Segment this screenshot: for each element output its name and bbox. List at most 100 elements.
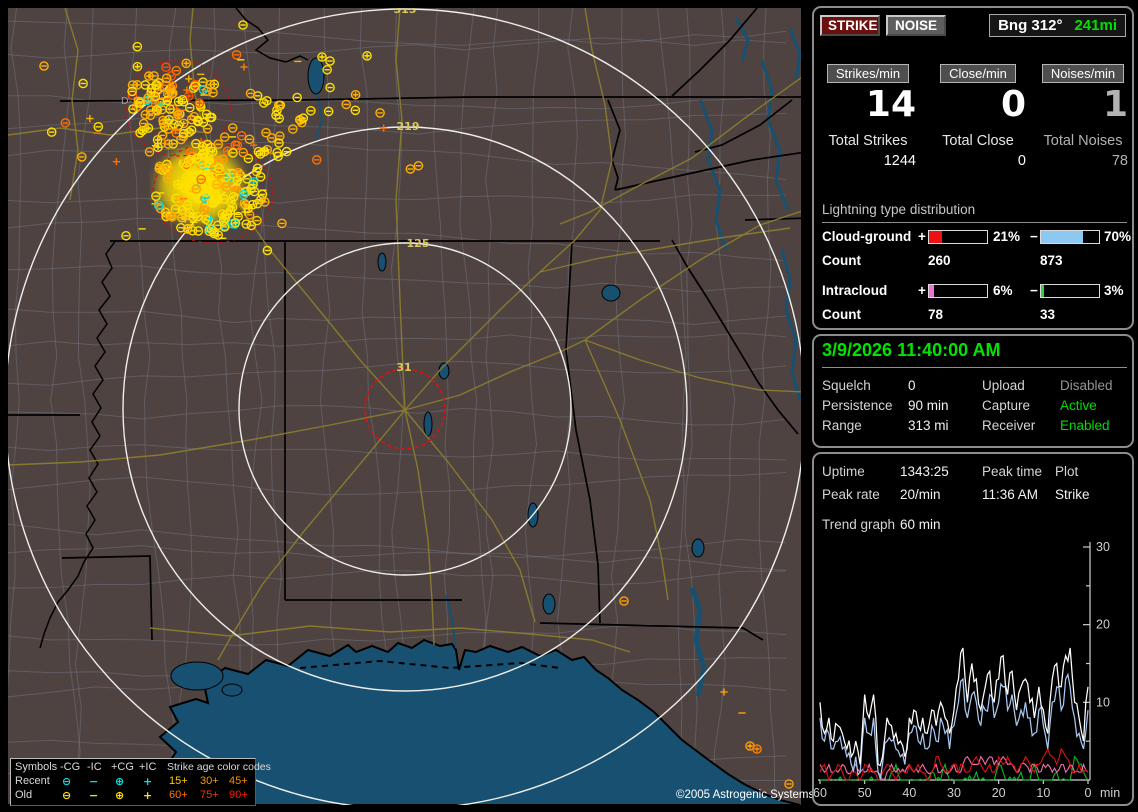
age-45: 45+ [229, 775, 248, 787]
svg-text:40: 40 [902, 786, 916, 800]
plus-sign: + [918, 229, 926, 244]
recent-cgpos-icon: ⊕ [115, 775, 125, 788]
neg-ic-pct: 3% [1104, 283, 1124, 298]
total-noises-label: Total Noises [1043, 133, 1123, 149]
recent-icneg-icon: − [89, 775, 99, 788]
old-icpos-icon: + [143, 789, 153, 802]
squelch-value: 0 [908, 378, 916, 393]
recent-cgneg-icon: ⊖ [62, 775, 72, 788]
age-15: 15+ [169, 775, 188, 787]
map-canvas: D-1936-1631125219313 [8, 8, 801, 805]
legend-col-icneg: -IC [87, 761, 102, 773]
intracloud-count-row: Count 78 33 [814, 307, 1132, 323]
pos-ic-pct: 6% [993, 283, 1013, 298]
intracloud-row: Intracloud + 6% − 3% [814, 283, 1132, 299]
legend-old-label: Old [15, 789, 33, 801]
squelch-label: Squelch [822, 378, 871, 393]
svg-text:30: 30 [947, 786, 961, 800]
capture-label: Capture [982, 398, 1031, 413]
svg-text:313: 313 [394, 8, 417, 16]
old-cgpos-icon: ⊕ [115, 789, 125, 802]
bearing-range: 241mi [1074, 17, 1117, 34]
receiver-label: Receiver [982, 418, 1036, 433]
svg-text:30: 30 [1096, 540, 1110, 554]
bearing-value: Bng 312° [998, 17, 1063, 34]
persistence-label: Persistence [822, 398, 893, 413]
neg-ic-bar [1040, 284, 1100, 298]
total-close-label: Total Close [942, 133, 1014, 149]
persistence-value: 90 min [908, 398, 949, 413]
neg-cg-pct: 70% [1104, 229, 1132, 244]
minus-sign: − [1030, 283, 1038, 298]
neg-cg-count: 873 [1040, 253, 1063, 268]
strikes-per-min-label: Strikes/min [826, 64, 910, 83]
distribution-title: Lightning type distribution [822, 202, 1127, 223]
close-per-min-value: 0 [1000, 84, 1026, 125]
cloud-ground-row: Cloud-ground + 21% − 70% [814, 229, 1132, 245]
status-panel: 3/9/2026 11:40:00 AM Squelch 0 Upload Di… [812, 334, 1134, 448]
svg-text:60: 60 [814, 786, 827, 800]
old-icneg-icon: − [89, 789, 99, 802]
svg-text:50: 50 [858, 786, 872, 800]
copyright-text: ©2005 Astrogenic Systems [676, 789, 815, 801]
noises-per-min-value: 1 [1102, 84, 1128, 125]
pos-ic-count: 78 [928, 307, 944, 322]
count-label: Count [822, 253, 861, 268]
minus-sign: − [1030, 229, 1038, 244]
noises-per-min-column: Noises/min 1 Total Noises 78 [1038, 64, 1128, 169]
neg-ic-count: 33 [1040, 307, 1056, 322]
plus-sign: + [918, 283, 926, 298]
svg-text:10: 10 [1036, 786, 1050, 800]
total-strikes-value: 1244 [883, 153, 916, 169]
legend-codes-title: Strike age color codes [167, 761, 271, 773]
age-90: 90+ [229, 789, 248, 801]
intracloud-label: Intracloud [822, 283, 888, 298]
noise-button[interactable]: NOISE [886, 15, 946, 36]
total-strikes-label: Total Strikes [828, 133, 908, 149]
svg-text:0: 0 [1085, 786, 1092, 800]
age-60: 60+ [169, 789, 188, 801]
svg-text:10: 10 [1096, 695, 1110, 709]
noises-per-min-label: Noises/min [1041, 64, 1125, 83]
close-per-min-column: Close/min 0 Total Close 0 [930, 64, 1026, 169]
strikes-per-min-value: 14 [865, 84, 916, 125]
total-noises-value: 78 [1111, 153, 1128, 169]
trend-panel: Uptime 1343:25 Peak time Plot Peak rate … [812, 452, 1134, 806]
svg-text:min: min [1100, 786, 1120, 800]
total-close-value: 0 [1017, 153, 1026, 169]
range-label: Range [822, 418, 862, 433]
strikes-per-min-column: Strikes/min 14 Total Strikes 1244 [820, 64, 916, 169]
upload-label: Upload [982, 378, 1025, 393]
legend-col-icpos: +IC [139, 761, 157, 773]
cloud-ground-count-row: Count 260 873 [814, 253, 1132, 269]
old-cgneg-icon: ⊖ [62, 789, 72, 802]
cloud-ground-label: Cloud-ground [822, 229, 912, 244]
age-75: 75+ [200, 789, 219, 801]
strike-button[interactable]: STRIKE [820, 15, 880, 36]
neg-cg-bar [1040, 230, 1100, 244]
bearing-display: Bng 312° 241mi [989, 14, 1126, 37]
svg-text:31: 31 [396, 361, 411, 374]
svg-text:20: 20 [992, 786, 1006, 800]
capture-status: Active [1060, 398, 1097, 413]
legend-col-cgneg: -CG [60, 761, 81, 773]
pos-cg-pct: 21% [993, 229, 1021, 244]
close-per-min-label: Close/min [940, 64, 1016, 83]
map-legend: Symbols -CG -IC +CG +IC Strike age color… [10, 758, 271, 806]
recent-icpos-icon: + [143, 775, 153, 788]
range-value: 313 mi [908, 418, 949, 433]
pos-ic-bar [928, 284, 988, 298]
strike-summary-panel: STRIKE NOISE Bng 312° 241mi Strikes/min 1… [812, 6, 1134, 330]
legend-recent-label: Recent [15, 775, 50, 787]
pos-cg-count: 260 [928, 253, 951, 268]
datetime-display: 3/9/2026 11:40:00 AM [822, 340, 1127, 368]
svg-text:125: 125 [407, 237, 430, 250]
trend-graph: 10 20 30 60 50 40 30 20 10 0 min [814, 540, 1120, 800]
svg-text:20: 20 [1096, 618, 1110, 632]
receiver-status: Enabled [1060, 418, 1110, 433]
pos-cg-bar [928, 230, 988, 244]
age-30: 30+ [200, 775, 219, 787]
legend-symbols-label: Symbols [15, 761, 58, 773]
lightning-map[interactable]: D-1936-16 31 125 219 313 ©2005 Astrogenic Sy… [8, 8, 814, 806]
legend-col-cgpos: +CG [111, 761, 134, 773]
